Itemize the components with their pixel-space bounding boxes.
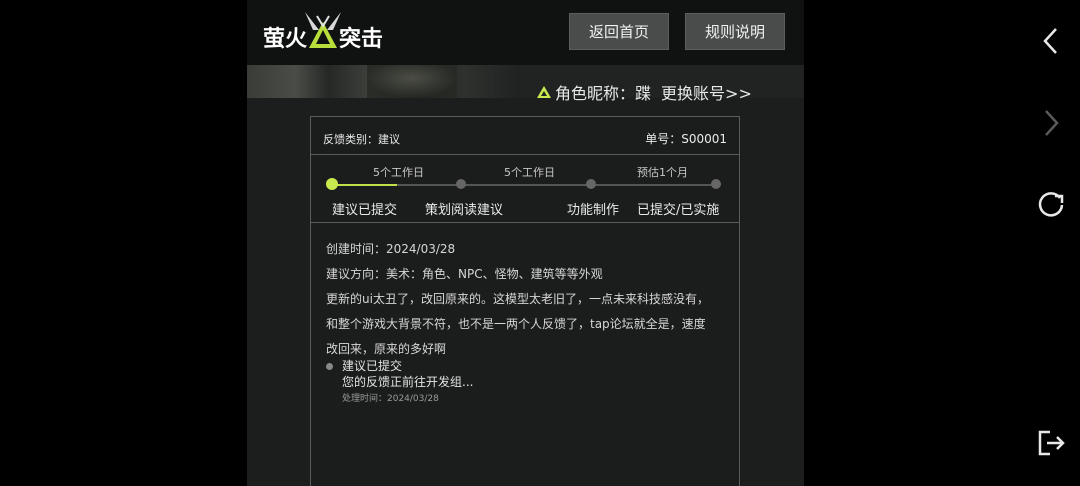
header: 萤火 突击 返回首页 规则说明 <box>247 0 804 65</box>
game-logo: 萤火 突击 <box>263 8 383 56</box>
feedback-content-line: 和整个游戏大背景不符，也不是一两个人反馈了，tap论坛就全是，速度 <box>326 317 706 331</box>
logo-emblem-icon <box>305 12 341 48</box>
triangle-icon <box>537 86 551 98</box>
created-time: 创建时间：2024/03/28 <box>326 242 456 256</box>
step-label: 功能制作 <box>567 203 620 218</box>
feedback-category: 反馈类别：建议 <box>323 133 400 146</box>
chevron-right-icon[interactable] <box>1034 106 1068 140</box>
duration-label: 5个工作日 <box>504 166 555 179</box>
banner-artwork <box>247 65 517 98</box>
duration-label: 5个工作日 <box>373 166 424 179</box>
ticket-number: 单号：S00001 <box>645 132 727 146</box>
feedback-card: 反馈类别：建议 单号：S00001 5个工作日 5个工作日 预估1个月 建议已提… <box>310 116 740 486</box>
logo-text-left: 萤火 <box>263 27 308 52</box>
nickname-value: 蹀 <box>635 84 652 103</box>
nickname-row: 角色昵称： 蹀 更换账号>> <box>537 80 752 104</box>
duration-label: 预估1个月 <box>637 166 688 179</box>
return-home-button[interactable]: 返回首页 <box>569 13 669 50</box>
progress-tracker: 5个工作日 5个工作日 预估1个月 建议已提交 策划阅读建议 功能制作 已提交/… <box>311 155 739 223</box>
suggestion-direction: 建议方向：美术：角色、NPC、怪物、建筑等等外观 <box>326 267 603 281</box>
progress-track <box>331 184 717 186</box>
chevron-left-icon[interactable] <box>1034 24 1068 58</box>
step-dot-active <box>326 178 338 190</box>
card-header: 反馈类别：建议 单号：S00001 <box>311 117 739 155</box>
step-dot <box>586 179 596 189</box>
change-account-link[interactable]: 更换账号>> <box>661 80 752 104</box>
step-dot <box>456 179 466 189</box>
step-label: 策划阅读建议 <box>425 203 504 218</box>
log-title: 建议已提交 <box>342 359 403 373</box>
log-time: 处理时间：2024/03/28 <box>342 394 439 404</box>
app-container: 萤火 突击 返回首页 规则说明 反馈类别：建议 单号：S00001 5个工作日 … <box>247 0 804 486</box>
feedback-details: 创建时间：2024/03/28 建议方向：美术：角色、NPC、怪物、建筑等等外观… <box>326 237 736 362</box>
step-label: 已提交/已实施 <box>637 203 720 218</box>
rules-button[interactable]: 规则说明 <box>685 13 785 50</box>
step-dot <box>711 179 721 189</box>
exit-icon[interactable] <box>1034 426 1068 460</box>
logo-text-right: 突击 <box>339 27 384 52</box>
refresh-icon[interactable] <box>1034 188 1068 222</box>
feedback-content-line: 更新的ui太丑了，改回原来的。这模型太老旧了，一点未来科技感没有， <box>326 292 709 306</box>
log-description: 您的反馈正前往开发组... <box>342 375 474 389</box>
log-bullet-icon <box>326 363 333 370</box>
progress-fill <box>331 184 397 186</box>
nickname-label: 角色昵称： <box>555 84 636 103</box>
step-label: 建议已提交 <box>332 203 398 218</box>
